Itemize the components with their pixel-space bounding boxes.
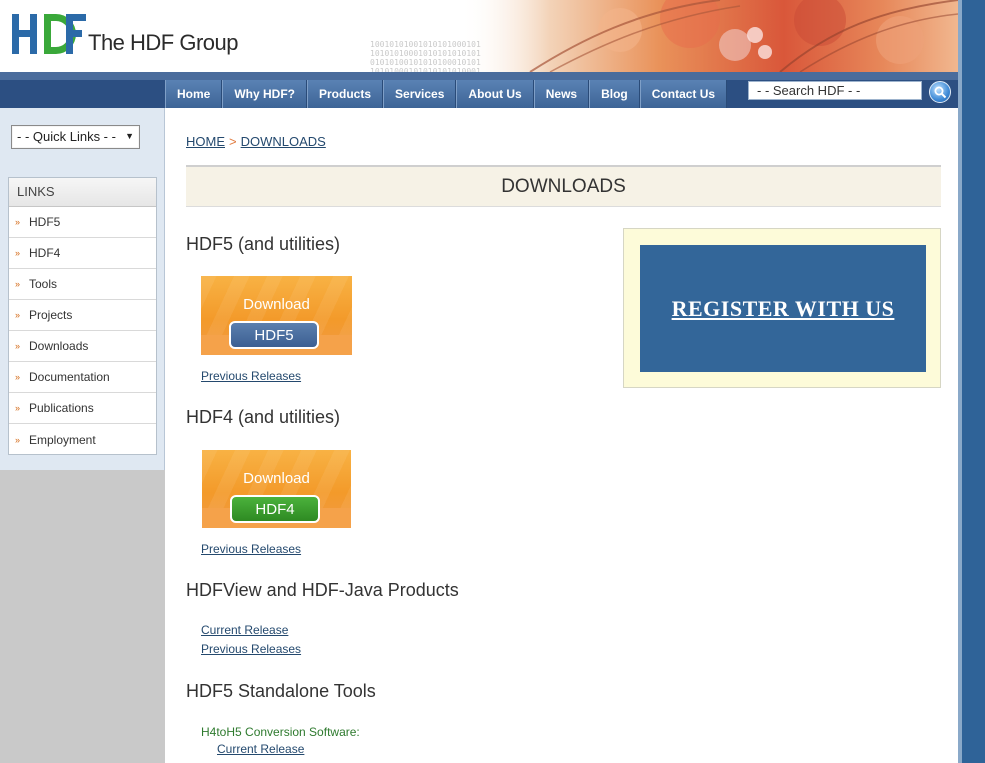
hdf4-previous-releases-link[interactable]: Previous Releases [201,542,301,556]
sidebar-item-hdf4[interactable]: » HDF4 [9,238,156,269]
sidebar-item-publications[interactable]: » Publications [9,393,156,424]
nav-blog[interactable]: Blog [589,80,640,108]
bullet-icon: » [15,341,21,351]
sidebar-item-hdf5[interactable]: » HDF5 [9,207,156,238]
nav-bar-top-strip [0,72,958,80]
h4toh5-label: H4toH5 Conversion Software: [201,725,360,739]
search-input[interactable] [748,81,922,100]
sidebar-item-tools[interactable]: » Tools [9,269,156,300]
page-title: DOWNLOADS [186,165,941,207]
bullet-icon: » [15,434,21,445]
hdfview-previous-releases-link[interactable]: Previous Releases [201,642,301,656]
download-hdf5-button[interactable]: Download HDF5 [201,276,352,355]
search-button[interactable] [929,81,951,103]
hdf-logo-mark-icon [12,14,86,54]
bullet-icon: » [15,310,21,320]
bullet-icon: » [15,372,21,382]
breadcrumb-separator: > [229,134,237,149]
window-right-edge-highlight [958,0,962,763]
download-hdf4-button[interactable]: Download HDF4 [202,450,351,528]
binary-decoration: 10010101001010101000101 1010101000101010… [370,40,481,72]
sidebar-item-label: Downloads [29,339,89,353]
links-panel: LINKS » HDF5 » HDF4 » Tools » Projects » Down… [8,177,157,455]
nav-news[interactable]: News [533,80,590,108]
bullet-icon: » [15,279,21,289]
nav-home[interactable]: Home [165,80,223,108]
nav-about-us[interactable]: About Us [456,80,534,108]
breadcrumb-downloads-link[interactable]: DOWNLOADS [241,134,326,149]
register-box: REGISTER WITH US [623,228,941,388]
download-word: Download [243,296,310,313]
nav-why-hdf[interactable]: Why HDF? [222,80,307,108]
links-title: LINKS [9,178,156,207]
logo-text: The HDF Group [88,30,239,55]
sidebar-item-projects[interactable]: » Projects [9,300,156,331]
sidebar-item-label: Employment [29,432,96,447]
download-word: Download [243,470,310,487]
nav-products[interactable]: Products [307,80,384,108]
quick-links-label: - - Quick Links - - [17,129,116,144]
section-heading-standalone-tools: HDF5 Standalone Tools [186,681,376,701]
window-right-edge [958,0,985,763]
download-pill-hdf5: HDF5 [229,321,319,349]
bullet-icon: » [15,403,21,413]
sidebar-item-employment[interactable]: » Employment [9,424,156,455]
download-pill-hdf4: HDF4 [230,495,320,523]
hdf-logo[interactable] [10,12,86,56]
sidebar-item-label: HDF5 [29,215,61,229]
section-heading-hdfview: HDFView and HDF-Java Products [186,580,459,600]
dropdown-arrow-icon: ▼ [125,131,134,141]
sidebar-item-label: HDF4 [29,246,61,260]
register-label: REGISTER WITH US [671,295,895,321]
bullet-icon: » [15,217,21,227]
page: The HDF Group 10010101001010101000101 10… [0,0,958,763]
sidebar-item-documentation[interactable]: » Documentation [9,362,156,393]
bullet-icon: » [15,248,21,258]
sidebar-item-label: Publications [29,401,94,415]
register-button[interactable]: REGISTER WITH US [640,245,926,372]
sidebar-item-label: Documentation [29,370,110,384]
sidebar-item-label: Projects [29,308,73,322]
breadcrumb-home-link[interactable]: HOME [186,134,225,149]
breadcrumb: HOME > DOWNLOADS [186,134,326,149]
section-heading-hdf5: HDF5 (and utilities) [186,234,341,254]
nav-contact-us[interactable]: Contact Us [639,80,728,108]
sidebar-item-downloads[interactable]: » Downloads [9,331,156,362]
h4toh5-current-release-link[interactable]: Current Release [217,742,304,756]
sidebar-item-label: Tools [29,277,58,291]
main-nav: Home Why HDF? Products Services About Us… [165,80,728,108]
quick-links-select[interactable]: - - Quick Links - - ▼ [11,125,140,149]
magnifier-icon [934,86,947,99]
site-header: The HDF Group 10010101001010101000101 10… [0,0,958,72]
section-heading-hdf4: HDF4 (and utilities) [186,407,341,427]
hdfview-current-release-link[interactable]: Current Release [201,623,288,637]
nav-services[interactable]: Services [383,80,457,108]
hdf5-previous-releases-link[interactable]: Previous Releases [201,369,301,383]
